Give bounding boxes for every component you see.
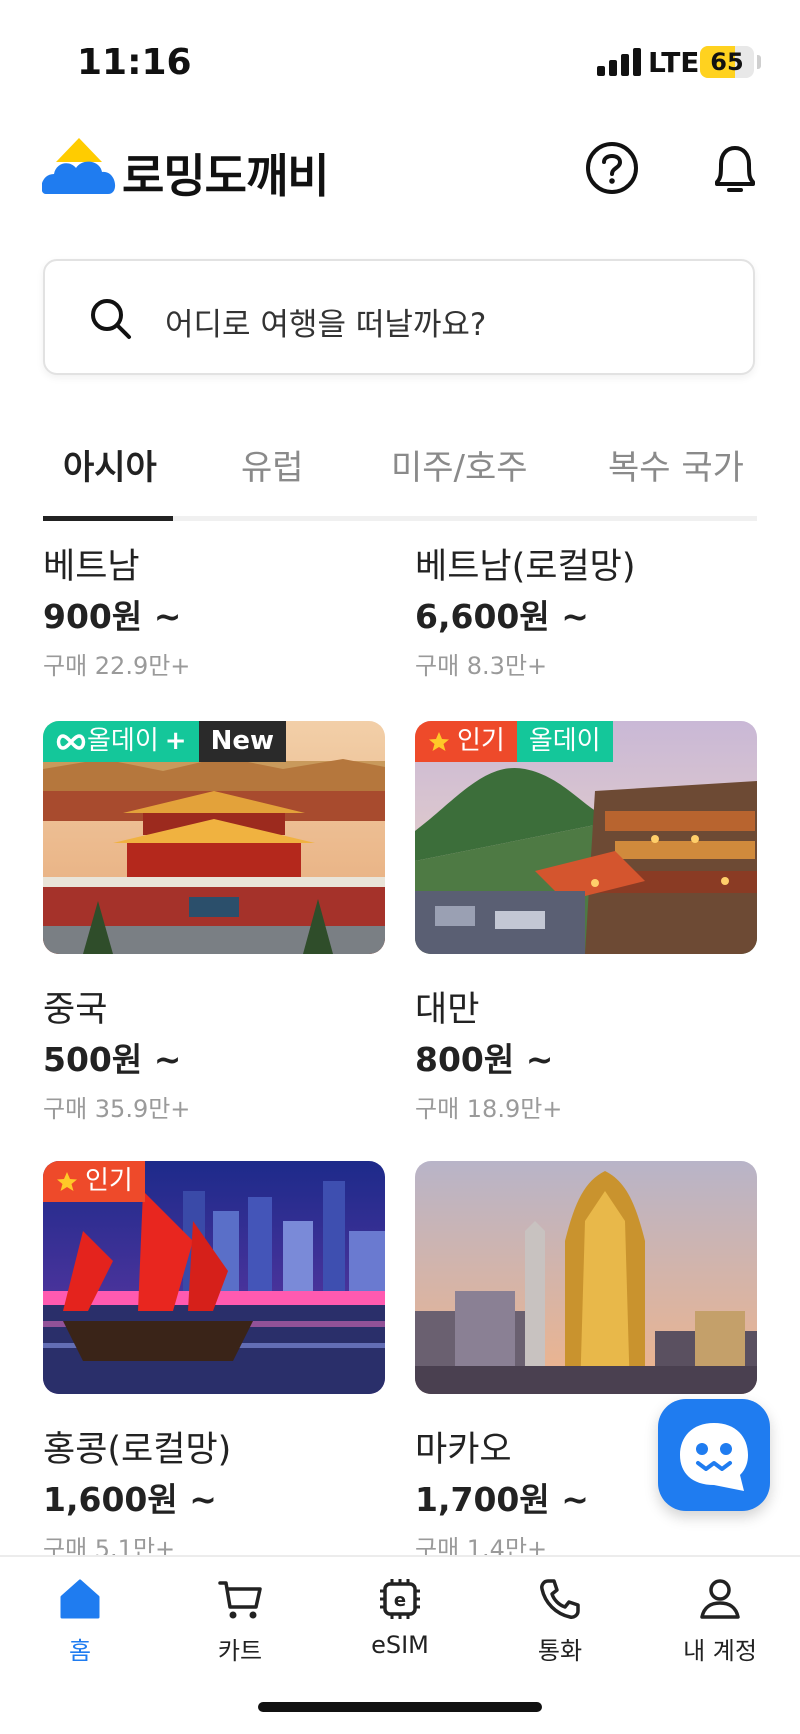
product-card-china[interactable]: 올데이 + New 중국 500원 ~ 구매 35.9만+ <box>43 721 385 1123</box>
status-time: 11:16 <box>77 42 192 83</box>
tab-multi-country[interactable]: 복수 국가 <box>608 440 744 489</box>
taiwan-jiufen-image: 인기 올데이 <box>415 721 757 954</box>
nav-label: 내 계정 <box>683 1637 757 1665</box>
product-price: 900원 ~ <box>43 597 182 636</box>
badge-group: 올데이 + New <box>43 721 286 762</box>
product-price: 6,600원 ~ <box>415 597 589 636</box>
star-icon <box>429 731 449 751</box>
product-card-vietnam[interactable]: 베트남 900원 ~ 구매 22.9만+ <box>43 538 385 688</box>
product-card-taiwan[interactable]: 인기 올데이 대만 800원 ~ 구매 18.9만+ <box>415 721 757 1123</box>
chat-bot-icon <box>680 1423 748 1491</box>
bell-icon[interactable] <box>707 140 763 196</box>
macau-skyline-image <box>415 1161 757 1394</box>
allday-plus-badge: 올데이 + <box>43 721 199 762</box>
badge-label: 인기 <box>85 1166 133 1196</box>
search-placeholder: 어디로 여행을 떠날까요? <box>165 307 487 343</box>
nav-label: 카트 <box>217 1637 263 1665</box>
product-name: 마카오 <box>415 1430 512 1470</box>
badge-group: 인기 <box>43 1161 145 1202</box>
nav-label: 홈 <box>68 1637 92 1665</box>
allday-badge: 올데이 <box>516 721 613 762</box>
logo-mark-icon <box>42 138 116 194</box>
tab-europe[interactable]: 유럽 <box>241 440 304 489</box>
tab-americas-oceania[interactable]: 미주/호주 <box>391 440 528 489</box>
search-bar[interactable]: 어디로 여행을 떠날까요? <box>43 259 755 375</box>
infinity-icon <box>56 733 86 750</box>
star-icon <box>57 1171 77 1191</box>
badge-label: 올데이 <box>87 726 159 756</box>
tab-active-indicator <box>43 516 173 521</box>
badge-label: 인기 <box>457 726 505 756</box>
status-bar: 11:16 LTE 65 <box>0 0 800 110</box>
product-name: 베트남(로컬망) <box>415 547 636 587</box>
product-card-vietnam-local[interactable]: 베트남(로컬망) 6,600원 ~ 구매 8.3만+ <box>415 538 757 688</box>
tab-asia[interactable]: 아시아 <box>63 440 157 489</box>
search-icon <box>91 299 131 339</box>
product-name: 중국 <box>43 990 108 1030</box>
china-forbidden-city-image: 올데이 + New <box>43 721 385 954</box>
nav-home[interactable]: 홈 <box>20 1575 140 1666</box>
chat-button[interactable] <box>658 1399 770 1511</box>
nav-label: eSIM <box>371 1631 429 1659</box>
cart-icon <box>218 1581 262 1619</box>
product-price: 500원 ~ <box>43 1040 182 1079</box>
home-icon <box>60 1579 100 1619</box>
nav-account[interactable]: 내 계정 <box>660 1575 780 1666</box>
svg-text:e: e <box>394 1590 406 1611</box>
nav-cart[interactable]: 카트 <box>180 1575 300 1666</box>
battery-tip <box>757 55 761 69</box>
person-icon <box>700 1579 740 1619</box>
hongkong-harbour-image: 인기 <box>43 1161 385 1394</box>
badge-group: 인기 올데이 <box>415 721 613 762</box>
help-circle-icon[interactable] <box>584 140 640 196</box>
product-card-hongkong-local[interactable]: 인기 홍콩(로컬망) 1,600원 ~ 구매 5.1만+ <box>43 1161 385 1563</box>
product-price: 1,600원 ~ <box>43 1480 217 1519</box>
battery-level: 65 <box>710 48 744 76</box>
nav-call[interactable]: 통화 <box>500 1575 620 1666</box>
plus-icon: + <box>164 726 187 756</box>
signal-strength-icon <box>597 48 641 76</box>
nav-esim[interactable]: e eSIM <box>340 1575 460 1659</box>
popular-badge: 인기 <box>43 1161 145 1202</box>
new-badge: New <box>198 721 286 762</box>
product-name: 홍콩(로컬망) <box>43 1430 232 1470</box>
product-sales: 구매 18.9만+ <box>415 1095 563 1123</box>
esim-chip-icon: e <box>380 1579 420 1619</box>
battery-icon: 65 <box>700 46 754 78</box>
product-name: 대만 <box>415 990 480 1030</box>
brand-logo[interactable]: 로밍도깨비 <box>42 132 402 203</box>
home-indicator <box>258 1702 542 1712</box>
product-name: 베트남 <box>43 547 140 587</box>
region-tabs: 아시아 유럽 미주/호주 복수 국가 <box>43 440 757 520</box>
nav-label: 통화 <box>537 1637 583 1665</box>
product-sales: 구매 22.9만+ <box>43 652 191 680</box>
network-type: LTE <box>648 46 700 79</box>
product-sales: 구매 8.3만+ <box>415 652 548 680</box>
popular-badge: 인기 <box>415 721 517 762</box>
product-price: 800원 ~ <box>415 1040 554 1079</box>
phone-icon <box>540 1579 580 1619</box>
product-price: 1,700원 ~ <box>415 1480 589 1519</box>
brand-name: 로밍도깨비 <box>122 149 330 203</box>
product-sales: 구매 35.9만+ <box>43 1095 191 1123</box>
